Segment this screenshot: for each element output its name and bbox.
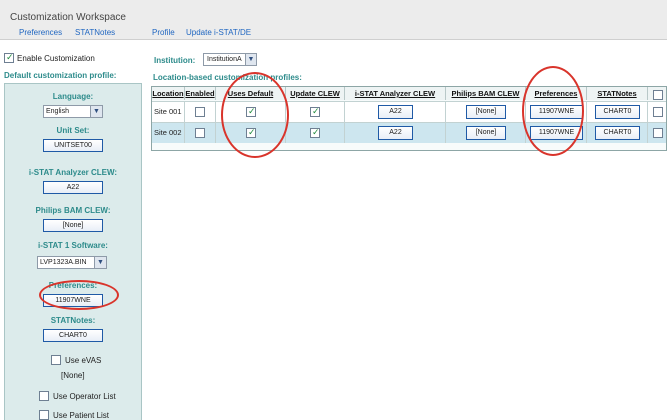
tab-update-istat-de[interactable]: Update i-STAT/DE (186, 28, 251, 37)
enabled-cell (185, 102, 216, 122)
enabled-cell (185, 123, 216, 143)
istat-clew-cell: A22 (345, 102, 446, 122)
unit-set-button[interactable]: UNITSET00 (43, 139, 103, 152)
language-value: English (46, 108, 69, 115)
istat-clew-button[interactable]: A22 (43, 181, 103, 194)
tab-profile[interactable]: Profile (152, 28, 175, 37)
istat-clew-cell: A22 (345, 123, 446, 143)
istat-clew-label: i-STAT Analyzer CLEW: (28, 168, 118, 177)
location-cell: Site 001 (152, 102, 185, 122)
tab-statnotes[interactable]: STATNotes (75, 28, 115, 37)
extra-checkbox[interactable] (653, 128, 663, 138)
chevron-down-icon[interactable]: ▼ (245, 54, 256, 65)
extra-checkbox[interactable] (652, 89, 663, 100)
statnotes-cell: CHART0 (587, 102, 648, 122)
statnotes-label: STATNotes: (50, 316, 96, 325)
statnotes-button[interactable]: CHART0 (595, 105, 640, 119)
use-patient-list-row: Use Patient List (39, 410, 109, 420)
philips-clew-button[interactable]: [None] (466, 126, 506, 140)
unit-set-label: Unit Set: (56, 126, 90, 135)
use-operator-list-row: Use Operator List (39, 391, 116, 401)
use-evas-label: Use eVAS (65, 355, 102, 365)
enable-customization-label: Enable Customization (17, 53, 95, 63)
chevron-down-icon[interactable]: ▼ (94, 257, 106, 268)
language-select[interactable]: English ▼ (43, 105, 103, 118)
philips-clew-button[interactable]: [None] (43, 219, 103, 232)
page-title: Customization Workspace (10, 12, 126, 23)
istat1-software-select[interactable]: LVP1323A.BIN ▼ (37, 256, 107, 269)
use-operator-list-checkbox[interactable] (39, 391, 49, 401)
enabled-checkbox[interactable] (195, 128, 205, 138)
use-evas-checkbox[interactable] (51, 355, 61, 365)
extra-checkbox[interactable] (653, 107, 663, 117)
column-header-extra (648, 87, 666, 100)
extra-cell (648, 102, 666, 122)
update-clew-cell (286, 102, 345, 122)
use-operator-list-label: Use Operator List (53, 391, 116, 401)
chevron-down-icon[interactable]: ▼ (90, 106, 102, 117)
use-evas-row: Use eVAS (51, 355, 101, 365)
use-patient-list-checkbox[interactable] (39, 410, 49, 420)
tab-preferences[interactable]: Preferences (19, 28, 62, 37)
institution-label: Institution: (154, 56, 196, 65)
use-patient-list-label: Use Patient List (53, 410, 110, 420)
extra-cell (648, 123, 666, 143)
column-header-istat-clew[interactable]: i-STAT Analyzer CLEW (345, 87, 446, 100)
enable-customization-row: Enable Customization (4, 52, 95, 63)
column-header-update-clew[interactable]: Update CLEW (286, 87, 345, 100)
language-label: Language: (52, 92, 94, 101)
location-cell: Site 002 (152, 123, 185, 143)
default-profile-panel: Language: English ▼ Unit Set: UNITSET00 … (4, 83, 142, 420)
update-clew-checkbox[interactable] (310, 106, 320, 117)
istat-clew-button[interactable]: A22 (378, 105, 413, 119)
use-evas-value: [None] (61, 371, 85, 380)
enabled-checkbox[interactable] (195, 107, 205, 117)
column-header-philips-clew[interactable]: Philips BAM CLEW (446, 87, 526, 100)
institution-select[interactable]: InstitutionA ▼ (203, 53, 257, 66)
philips-clew-button[interactable]: [None] (466, 105, 506, 119)
istat1-software-value: LVP1323A.BIN (40, 259, 87, 266)
location-profiles-title: Location-based customization profiles: (153, 73, 302, 82)
institution-value: InstitutionA (207, 56, 242, 63)
annotation-oval (221, 72, 289, 158)
statnotes-button[interactable]: CHART0 (595, 126, 640, 140)
philips-clew-label: Philips BAM CLEW: (35, 206, 111, 215)
istat-clew-button[interactable]: A22 (378, 126, 413, 140)
default-profile-title: Default customization profile: (4, 71, 117, 80)
istat1-software-label: i-STAT 1 Software: (38, 241, 108, 250)
annotation-oval (39, 280, 119, 310)
update-clew-checkbox[interactable] (310, 127, 320, 138)
statnotes-button[interactable]: CHART0 (43, 329, 103, 342)
update-clew-cell (286, 123, 345, 143)
annotation-oval (522, 66, 584, 156)
philips-clew-cell: [None] (446, 123, 526, 143)
column-header-enabled[interactable]: Enabled (185, 87, 216, 100)
statnotes-cell: CHART0 (587, 123, 648, 143)
column-header-statnotes[interactable]: STATNotes (587, 87, 648, 100)
enable-customization-checkbox[interactable] (4, 52, 14, 63)
philips-clew-cell: [None] (446, 102, 526, 122)
column-header-location[interactable]: Location (152, 87, 185, 100)
